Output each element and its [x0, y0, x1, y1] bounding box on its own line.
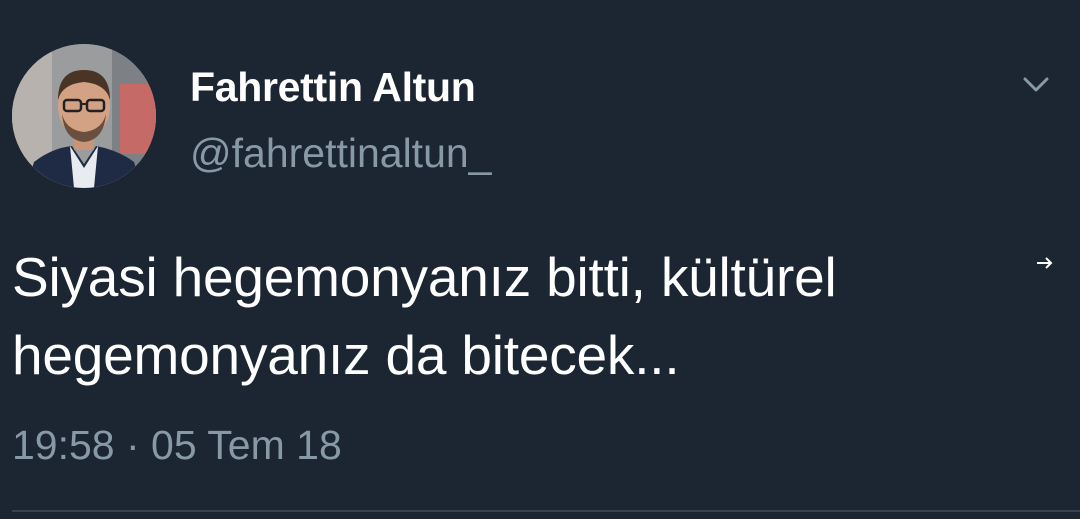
chevron-down-icon — [1023, 77, 1049, 92]
tweet-text-line: hegemonyanız da bitecek... — [12, 324, 680, 386]
tweet-text: Siyasi hegemonyanız bitti, kültürel hege… — [12, 238, 1022, 394]
arrow-right-icon[interactable] — [1034, 254, 1056, 272]
divider — [12, 510, 1080, 512]
author-handle[interactable]: @fahrettinaltun_ — [190, 130, 491, 177]
profile-photo — [12, 44, 156, 188]
avatar[interactable] — [12, 44, 156, 188]
tweet-timestamp[interactable]: 19:58 · 05 Tem 18 — [12, 422, 342, 469]
tweet-menu-button[interactable] — [1016, 68, 1056, 102]
tweet-text-line: Siyasi hegemonyanız bitti, kültürel — [12, 246, 837, 308]
tweet-card: Fahrettin Altun @fahrettinaltun_ Siyasi … — [0, 0, 1080, 519]
author-display-name[interactable]: Fahrettin Altun — [190, 64, 476, 111]
